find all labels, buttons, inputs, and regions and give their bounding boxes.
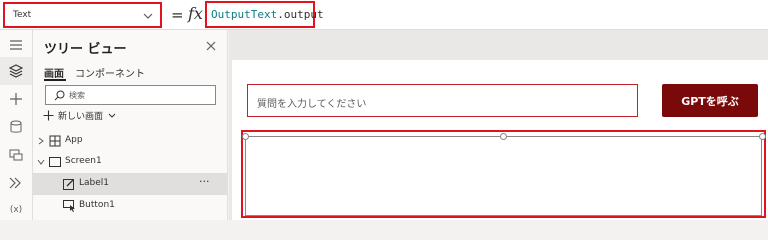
- tab-components[interactable]: コンポーネント: [75, 65, 145, 80]
- tree-view-panel: ツリー ビュー 画面 コンポーネント 検索 新しい画面 App Screen1 …: [33, 30, 228, 220]
- search-placeholder: 検索: [69, 91, 85, 100]
- edit-label-icon: [63, 179, 74, 190]
- resize-handle[interactable]: [500, 133, 507, 140]
- formula-identifier: OutputText: [211, 8, 278, 21]
- screen-icon: [49, 157, 61, 167]
- question-placeholder: 質問を入力してください: [257, 99, 367, 110]
- tree-item-label: Screen1: [65, 156, 102, 166]
- plus-icon: [10, 93, 22, 105]
- app-icon: [49, 135, 61, 147]
- formula-input[interactable]: OutputText.output: [205, 1, 324, 28]
- insert-button[interactable]: [0, 85, 32, 113]
- close-icon[interactable]: [205, 40, 217, 52]
- data-button[interactable]: [0, 113, 32, 141]
- formula-member: .output: [277, 8, 324, 21]
- tree-item-app[interactable]: App: [33, 130, 228, 152]
- property-value: Text: [13, 10, 32, 20]
- call-gpt-button[interactable]: GPTを呼ぶ: [662, 84, 758, 117]
- output-label[interactable]: [245, 136, 762, 216]
- active-tab-indicator: [44, 79, 66, 81]
- flow-icon: [9, 177, 21, 189]
- new-screen-label: 新しい画面: [58, 112, 104, 122]
- tree-item-label: App: [65, 135, 83, 145]
- resize-handle[interactable]: [242, 133, 249, 140]
- property-dropdown[interactable]: Text: [3, 2, 162, 28]
- search-input[interactable]: 検索: [45, 85, 216, 105]
- button-control-icon: [63, 200, 75, 212]
- search-icon: [54, 90, 65, 101]
- hamburger-icon: [10, 40, 22, 50]
- equals-sign: =: [171, 6, 184, 24]
- variables-icon: (x): [9, 205, 23, 215]
- chevron-down-icon: [108, 113, 116, 118]
- call-gpt-label: GPTを呼ぶ: [681, 94, 739, 108]
- database-icon: [10, 120, 22, 133]
- chevron-right-icon: [38, 137, 44, 145]
- tree-item-label: Label1: [79, 178, 110, 188]
- fx-icon[interactable]: fx: [188, 4, 203, 23]
- panel-title: ツリー ビュー: [44, 42, 127, 57]
- new-screen-button[interactable]: 新しい画面: [43, 109, 117, 122]
- media-button[interactable]: [0, 141, 32, 169]
- media-icon: [9, 149, 23, 161]
- tree-view-button[interactable]: [0, 57, 32, 85]
- chevron-down-icon: [143, 13, 153, 19]
- tree-item-label1[interactable]: Label1 ···: [33, 173, 228, 195]
- tab-screens[interactable]: 画面: [44, 65, 64, 80]
- left-rail: (x): [0, 30, 33, 220]
- chevron-down-icon: [37, 159, 45, 165]
- variables-button[interactable]: (x): [0, 196, 32, 224]
- more-options-icon[interactable]: ···: [199, 175, 210, 188]
- hamburger-menu-button[interactable]: [0, 31, 32, 59]
- tree-item-screen1[interactable]: Screen1: [33, 151, 228, 173]
- question-text-input[interactable]: 質問を入力してください: [247, 84, 638, 117]
- layers-icon: [9, 64, 23, 78]
- resize-handle[interactable]: [759, 133, 766, 140]
- plus-icon: [43, 110, 54, 121]
- power-automate-button[interactable]: [0, 169, 32, 197]
- tree-item-label: Button1: [79, 200, 115, 210]
- tree-item-button1[interactable]: Button1: [33, 195, 228, 217]
